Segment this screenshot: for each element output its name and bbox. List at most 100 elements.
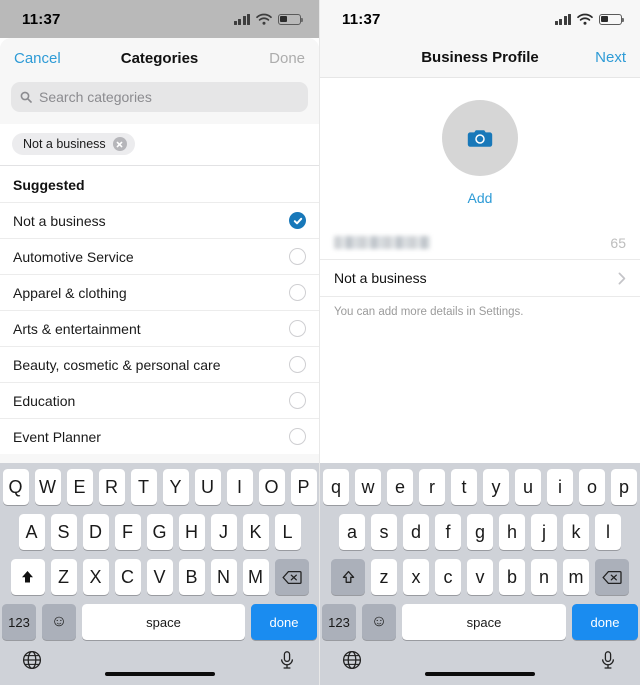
radio-circle-icon[interactable] [289,428,306,445]
category-row[interactable]: Not a business [0,202,319,238]
key-r[interactable]: R [98,469,125,505]
key-o[interactable]: o [579,469,605,505]
key-b[interactable]: b [499,559,525,595]
key-v[interactable]: v [467,559,493,595]
key-j[interactable]: j [531,514,557,550]
key-m[interactable]: M [242,559,269,595]
key-l[interactable]: l [595,514,621,550]
done-button[interactable]: Done [269,50,305,67]
category-row[interactable]: Education [0,382,319,418]
key-i[interactable]: I [226,469,253,505]
avatar[interactable] [442,100,518,176]
battery-icon [599,13,625,25]
category-row[interactable]: Event Planner [0,418,319,454]
key-q[interactable]: Q [2,469,29,505]
shift-key[interactable] [10,559,45,595]
globe-icon[interactable] [22,650,42,670]
check-circle-icon[interactable] [289,212,306,229]
close-circle-icon[interactable] [112,137,127,151]
key-z[interactable]: z [371,559,397,595]
key-t[interactable]: t [451,469,477,505]
key-s[interactable]: S [50,514,77,550]
backspace-key[interactable] [274,559,309,595]
key-l[interactable]: L [274,514,301,550]
key-a[interactable]: A [18,514,45,550]
key-o[interactable]: O [258,469,285,505]
key-w[interactable]: w [355,469,381,505]
key-x[interactable]: x [403,559,429,595]
key-p[interactable]: p [611,469,637,505]
category-row[interactable]: Automotive Service [0,238,319,274]
search-input[interactable]: Search categories [11,82,308,112]
key-t[interactable]: T [130,469,157,505]
name-field-value-redacted[interactable] [334,236,430,249]
key-d[interactable]: D [82,514,109,550]
key-j[interactable]: J [210,514,237,550]
key-u[interactable]: u [515,469,541,505]
key-g[interactable]: G [146,514,173,550]
key-d[interactable]: d [403,514,429,550]
backspace-icon [602,570,622,584]
key-c[interactable]: C [114,559,141,595]
key-i[interactable]: i [547,469,573,505]
key-v[interactable]: V [146,559,173,595]
key-s[interactable]: s [371,514,397,550]
key-k[interactable]: K [242,514,269,550]
key-a[interactable]: a [339,514,365,550]
modal-nav-bar: Cancel Categories Done [0,38,319,78]
category-row[interactable]: Arts & entertainment [0,310,319,346]
backspace-icon [281,570,302,584]
key-y[interactable]: Y [162,469,189,505]
left-phone-screen: 11:37 Cancel Categories Done Search cate… [0,0,320,685]
key-k[interactable]: k [563,514,589,550]
shift-key[interactable] [331,559,365,595]
key-e[interactable]: e [387,469,413,505]
name-field-row[interactable]: 65 [320,226,640,260]
radio-circle-icon[interactable] [289,320,306,337]
keyboard-row-2: a s d f g h j k l [320,514,640,550]
key-h[interactable]: h [499,514,525,550]
key-u[interactable]: U [194,469,221,505]
hint-text: You can add more details in Settings. [334,306,524,318]
key-x[interactable]: X [82,559,109,595]
dual-screenshot: 11:37 Cancel Categories Done Search cate… [0,0,640,685]
globe-icon[interactable] [342,650,362,670]
microphone-icon[interactable] [277,650,297,670]
key-y[interactable]: y [483,469,509,505]
key-m[interactable]: m [563,559,589,595]
add-photo-label[interactable]: Add [320,190,640,206]
key-n[interactable]: n [531,559,557,595]
wifi-icon [256,13,272,25]
key-f[interactable]: f [435,514,461,550]
category-row[interactable]: Apparel & clothing [0,274,319,310]
radio-circle-icon[interactable] [289,284,306,301]
next-button[interactable]: Next [595,49,626,66]
cancel-button[interactable]: Cancel [14,50,61,67]
chip-not-a-business[interactable]: Not a business [12,133,135,155]
key-f[interactable]: F [114,514,141,550]
key-b[interactable]: B [178,559,205,595]
shift-filled-icon [22,570,33,582]
key-c[interactable]: c [435,559,461,595]
key-e[interactable]: E [66,469,93,505]
key-r[interactable]: r [419,469,445,505]
microphone-icon[interactable] [598,650,618,670]
radio-circle-icon[interactable] [289,356,306,373]
home-indicator [425,672,535,676]
key-z[interactable]: Z [50,559,77,595]
home-indicator [104,672,215,676]
key-w[interactable]: W [34,469,61,505]
category-row[interactable]: Beauty, cosmetic & personal care [0,346,319,382]
key-h[interactable]: H [178,514,205,550]
key-q[interactable]: q [323,469,349,505]
key-p[interactable]: P [290,469,317,505]
radio-circle-icon[interactable] [289,248,306,265]
backspace-key[interactable] [595,559,629,595]
key-g[interactable]: g [467,514,493,550]
radio-circle-icon[interactable] [289,392,306,409]
key-n[interactable]: N [210,559,237,595]
camera-icon [467,130,493,147]
category-label: Apparel & clothing [13,284,127,301]
category-link-row[interactable]: Not a business [320,260,640,297]
category-label: Not a business [13,212,106,229]
